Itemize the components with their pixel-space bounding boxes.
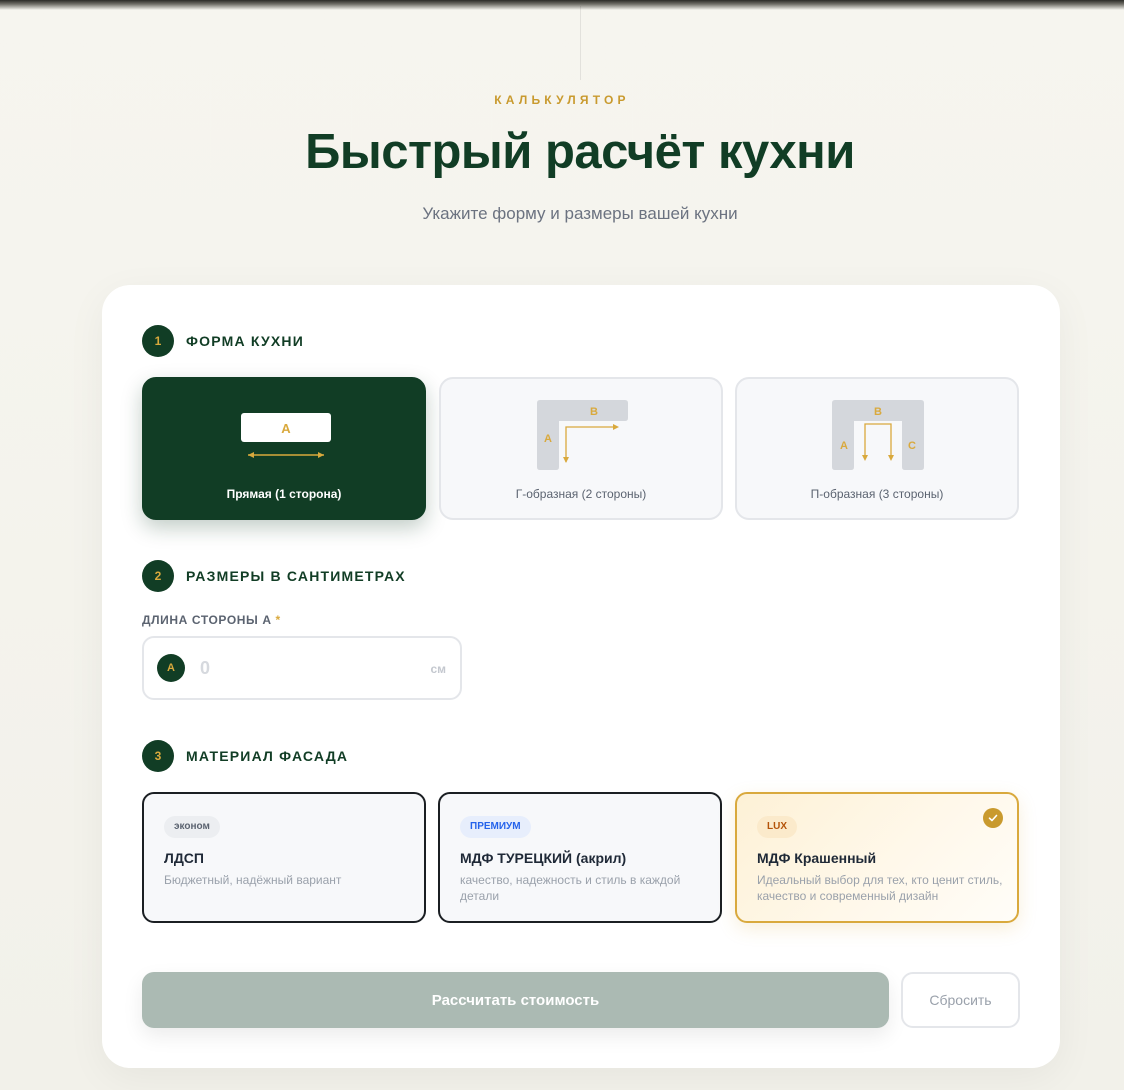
step-shape-header: 1 ФОРМА КУХНИ (142, 325, 304, 357)
checkmark-icon (983, 808, 1003, 828)
material-description: качество, надежность и стиль в каждой де… (460, 873, 681, 903)
step-number: 3 (142, 740, 174, 772)
material-option-mdf-acrylic[interactable]: ПРЕМИУМ МДФ ТУРЕЦКИЙ (акрил) качество, н… (438, 792, 722, 923)
side-a-input-wrapper: А см (142, 636, 462, 700)
material-option-ldsp[interactable]: эконом ЛДСП Бюджетный, надёжный вариант (142, 792, 426, 923)
u-kitchen-icon: B A C (832, 400, 924, 470)
material-title: МДФ Крашенный (757, 850, 877, 866)
step-label: МАТЕРИАЛ ФАСАДА (186, 748, 349, 764)
step-number: 1 (142, 325, 174, 357)
top-shadow-bar (0, 0, 1124, 10)
side-a-field-label: ДЛИНА СТОРОНЫ А * (142, 613, 281, 627)
step-sizes-header: 2 РАЗМЕРЫ В САНТИМЕТРАХ (142, 560, 406, 592)
side-a-length-input[interactable] (200, 652, 400, 684)
mark-a-text: A (544, 433, 552, 445)
field-label-text: ДЛИНА СТОРОНЫ А (142, 613, 272, 627)
l-kitchen-icon: B A (537, 400, 628, 470)
material-option-mdf-painted[interactable]: LUX МДФ Крашенный Идеальный выбор для те… (735, 792, 1019, 923)
reset-button[interactable]: Сбросить (901, 972, 1020, 1028)
step-number: 2 (142, 560, 174, 592)
required-mark: * (275, 613, 281, 627)
calculate-button[interactable]: Рассчитать стоимость (142, 972, 889, 1028)
mark-b-text: B (590, 406, 598, 418)
shape-option-l[interactable]: B A Г-образная (2 стороны) (439, 377, 723, 520)
side-a-badge: А (157, 654, 185, 682)
step-label: ФОРМА КУХНИ (186, 333, 304, 349)
mark-c-text: C (908, 440, 916, 452)
page-title: Быстрый расчёт кухни (305, 125, 855, 179)
shape-label: Г-образная (2 стороны) (515, 487, 647, 501)
mark-a-text: A (281, 421, 291, 436)
tier-badge: эконом (164, 816, 220, 838)
unit-label: см (430, 662, 446, 676)
shape-option-u[interactable]: B A C П-образная (3 стороны) (735, 377, 1019, 520)
step-label: РАЗМЕРЫ В САНТИМЕТРАХ (186, 568, 406, 584)
step-material-header: 3 МАТЕРИАЛ ФАСАДА (142, 740, 348, 772)
mark-b-text: B (874, 406, 882, 418)
divider-line (580, 6, 581, 80)
material-description: Идеальный выбор для тех, кто ценит стиль… (757, 873, 1003, 903)
tier-badge: ПРЕМИУМ (460, 816, 531, 838)
tier-badge: LUX (757, 816, 797, 838)
shape-label: Прямая (1 сторона) (226, 487, 342, 501)
mark-a-text: A (840, 440, 848, 452)
material-description: Бюджетный, надёжный вариант (164, 873, 342, 887)
calculator-card: 1 ФОРМА КУХНИ A Прямая (1 сторона) B A Г… (102, 285, 1060, 1068)
material-title: МДФ ТУРЕЦКИЙ (акрил) (460, 850, 627, 866)
shape-label: П-образная (3 стороны) (810, 487, 944, 501)
section-eyebrow: КАЛЬКУЛЯТОР (494, 93, 630, 107)
straight-kitchen-icon: A (241, 413, 331, 458)
shape-option-straight[interactable]: A Прямая (1 сторона) (142, 377, 426, 520)
page-subtitle: Укажите форму и размеры вашей кухни (422, 204, 738, 223)
material-title: ЛДСП (164, 850, 204, 866)
